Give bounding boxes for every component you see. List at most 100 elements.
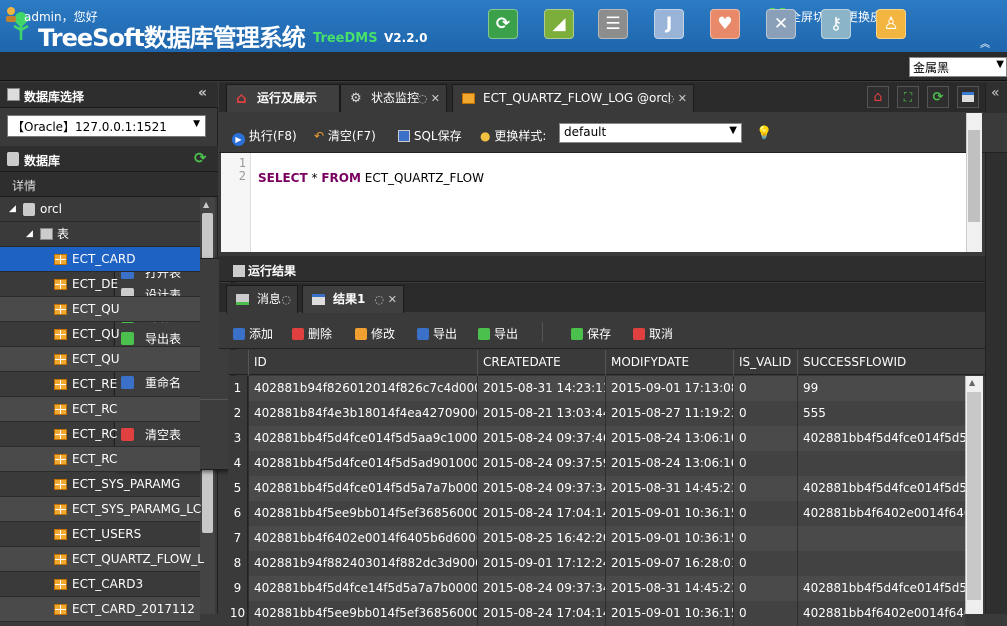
lightbulb-icon[interactable]: 💡 — [756, 126, 772, 141]
table-item[interactable]: ECT_CARD — [0, 247, 200, 272]
refresh-icon[interactable]: ⟳ — [194, 149, 207, 167]
table-item[interactable]: ECT_USERS — [0, 522, 200, 547]
heart-icon[interactable]: ♥ — [710, 9, 740, 39]
table-cell[interactable]: 2015-08-31 14:45:23 — [605, 476, 733, 501]
table-row[interactable]: 6 402881bb4f5ee9bb014f5ef368560003 2015-08… — [228, 501, 965, 526]
table-cell[interactable]: 2015-08-24 09:37:59 — [477, 451, 605, 476]
close-icon[interactable]: ◌ ✕ — [665, 85, 687, 112]
table-cell[interactable]: 0 — [733, 376, 797, 401]
table-item[interactable]: ECT_RC — [0, 422, 200, 447]
save-sql-button[interactable]: SQL保存 — [398, 127, 462, 144]
run-button[interactable]: ▶ 执行(F8) — [232, 127, 297, 146]
column-header[interactable]: SUCCESSFLOWID — [797, 350, 965, 375]
tab-status-monitor[interactable]: ⚙ 状态监控 ◌ ✕ — [340, 84, 447, 112]
table-row[interactable]: 7 402881bb4f6402e0014f6405b6d60000 2015-08… — [228, 526, 965, 551]
table-cell[interactable]: 0 — [733, 401, 797, 426]
table-cell[interactable]: 0 — [733, 576, 797, 601]
chart-icon[interactable]: ◢ — [544, 9, 574, 39]
tree-tables-node[interactable]: ◢ 表 — [0, 222, 200, 247]
collapse-left-icon[interactable]: « — [198, 85, 207, 101]
home-button[interactable]: ⌂ — [867, 86, 889, 108]
tab-run-display[interactable]: ⌂ 运行及展示 — [226, 84, 340, 112]
collapse-left-icon[interactable]: « — [991, 85, 1000, 101]
add-button[interactable]: 添加 — [233, 325, 273, 342]
sql-code[interactable]: SELECT * FROM ECT_QUARTZ_FLOW — [258, 171, 484, 185]
window-button[interactable] — [957, 86, 979, 108]
table-cell[interactable]: 402881bb4f5d4fce014f5d5ad9010002 — [248, 451, 477, 476]
table-cell[interactable]: 2015-08-24 09:37:34 — [477, 576, 605, 601]
expand-icon[interactable]: ◢ — [26, 222, 33, 247]
tree-root-orcl[interactable]: ◢ orcl — [0, 197, 200, 222]
refresh-icon[interactable]: ⟳ — [488, 9, 518, 39]
scroll-up-icon[interactable]: ▲ — [203, 200, 209, 209]
clear-button[interactable]: ↶ 清空(F7) — [314, 127, 376, 144]
table-cell[interactable]: 0 — [733, 476, 797, 501]
refresh-button[interactable]: ⟳ — [927, 86, 949, 108]
table-row[interactable]: 4 402881bb4f5d4fce014f5d5ad9010002 2015-08… — [228, 451, 965, 476]
key-icon[interactable]: ⚷ — [821, 9, 851, 39]
table-cell[interactable]: 402881bb4f6402e0014f6405b6d60000 — [248, 526, 477, 551]
table-item[interactable]: ECT_SYS_PARAMG — [0, 472, 200, 497]
table-cell[interactable] — [797, 451, 965, 476]
table-row[interactable]: 8 402881b94f882403014f882dc3d90000 2015-09… — [228, 551, 965, 576]
table-cell[interactable] — [797, 526, 965, 551]
table-cell[interactable]: 0 — [733, 501, 797, 526]
table-item[interactable]: ECT_DE — [0, 272, 200, 297]
table-cell[interactable]: 2015-08-24 09:37:46 — [477, 426, 605, 451]
delete-button[interactable]: 删除 — [292, 325, 332, 342]
save-button[interactable]: 保存 — [571, 325, 611, 342]
table-item[interactable]: ECT_QU — [0, 347, 200, 372]
table-cell[interactable]: 2015-09-01 17:13:08 — [605, 376, 733, 401]
collapse-up-icon[interactable]: ︽ — [980, 35, 990, 50]
table-item[interactable]: ECT_CARD_2017112 — [0, 597, 200, 622]
table-cell[interactable]: 2015-08-27 11:19:23 — [605, 401, 733, 426]
sql-editor[interactable] — [221, 153, 966, 252]
db-connection-select[interactable]: 【Oracle】127.0.0.1:1521 ▼ — [7, 115, 206, 137]
expand-icon[interactable]: ◢ — [9, 197, 16, 222]
scroll-up-icon[interactable]: ▲ — [969, 378, 975, 387]
table-cell[interactable]: 2015-08-31 14:23:11 — [477, 376, 605, 401]
table-cell[interactable]: 2015-08-24 13:06:10 — [605, 451, 733, 476]
editor-scroll-thumb[interactable] — [968, 130, 980, 222]
cancel-button[interactable]: 取消 — [633, 325, 673, 342]
table-item[interactable]: ECT_QUARTZ_FLOW_L — [0, 547, 204, 572]
table-item[interactable]: ECT_RC — [0, 447, 200, 472]
refresh-small-icon[interactable]: ◌ — [281, 286, 291, 313]
table-row[interactable]: 3 402881bb4f5d4fce014f5d5aa9c10001 2015-08… — [228, 426, 965, 451]
table-cell[interactable]: 402881bb4f5d4fce014f5d5aa9c10001 — [248, 426, 477, 451]
table-item[interactable]: ECT_RE — [0, 372, 200, 397]
table-cell[interactable]: 0 — [733, 451, 797, 476]
table-cell[interactable]: 402881bb4f5d4fce014f5d5a — [797, 576, 965, 601]
column-header[interactable]: ID — [248, 350, 477, 375]
table-item[interactable]: ECT_QU — [0, 297, 200, 322]
table-cell[interactable]: 2015-08-24 09:37:34 — [477, 476, 605, 501]
table-cell[interactable] — [797, 551, 965, 576]
table-item[interactable]: ECT_RC — [0, 397, 200, 422]
table-cell[interactable]: 2015-08-24 13:06:10 — [605, 426, 733, 451]
table-cell[interactable]: 2015-09-07 16:28:01 — [605, 551, 733, 576]
table-cell[interactable]: 2015-09-01 10:36:15 — [605, 526, 733, 551]
table-cell[interactable]: 0 — [733, 526, 797, 551]
right-collapse-strip[interactable]: « — [985, 82, 1007, 614]
table-cell[interactable]: 0 — [733, 426, 797, 451]
tab-query-table[interactable]: ECT_QUARTZ_FLOW_LOG @orcl ◌ ✕ — [452, 84, 694, 112]
close-icon[interactable]: ◌ ✕ — [418, 85, 440, 112]
table-item[interactable]: ECT_CARD3 — [0, 572, 200, 597]
table-cell[interactable]: 402881bb4f5d4fce014f5d5a — [797, 476, 965, 501]
tab-messages[interactable]: 消息 ◌ — [226, 285, 298, 313]
export-excel-button[interactable]: 导出 — [478, 325, 518, 342]
style-select[interactable]: default ▼ — [559, 123, 742, 143]
column-header[interactable]: CREATEDATE — [477, 350, 605, 375]
table-cell[interactable]: 2015-09-01 17:12:24 — [477, 551, 605, 576]
export-button[interactable]: 导出 — [417, 325, 457, 342]
table-cell[interactable]: 2015-08-24 17:04:14 — [477, 501, 605, 526]
tab-result1[interactable]: 结果1 ◌ ✕ — [302, 285, 404, 313]
table-row[interactable]: 9 402881bb4f5d4fce14f5d5a7a7b0000 2015-08-… — [228, 576, 965, 601]
table-cell[interactable]: 99 — [797, 376, 965, 401]
table-cell[interactable]: 0 — [733, 551, 797, 576]
column-header[interactable]: MODIFYDATE — [605, 350, 733, 375]
table-row[interactable]: 5 402881bb4f5d4fce014f5d5a7a7b0000 2015-08… — [228, 476, 965, 501]
table-cell[interactable]: 402881b94f882403014f882dc3d90000 — [248, 551, 477, 576]
j-icon[interactable]: J — [654, 9, 684, 39]
table-item[interactable]: ECT_SYS_PARAMG_LC — [0, 497, 201, 522]
